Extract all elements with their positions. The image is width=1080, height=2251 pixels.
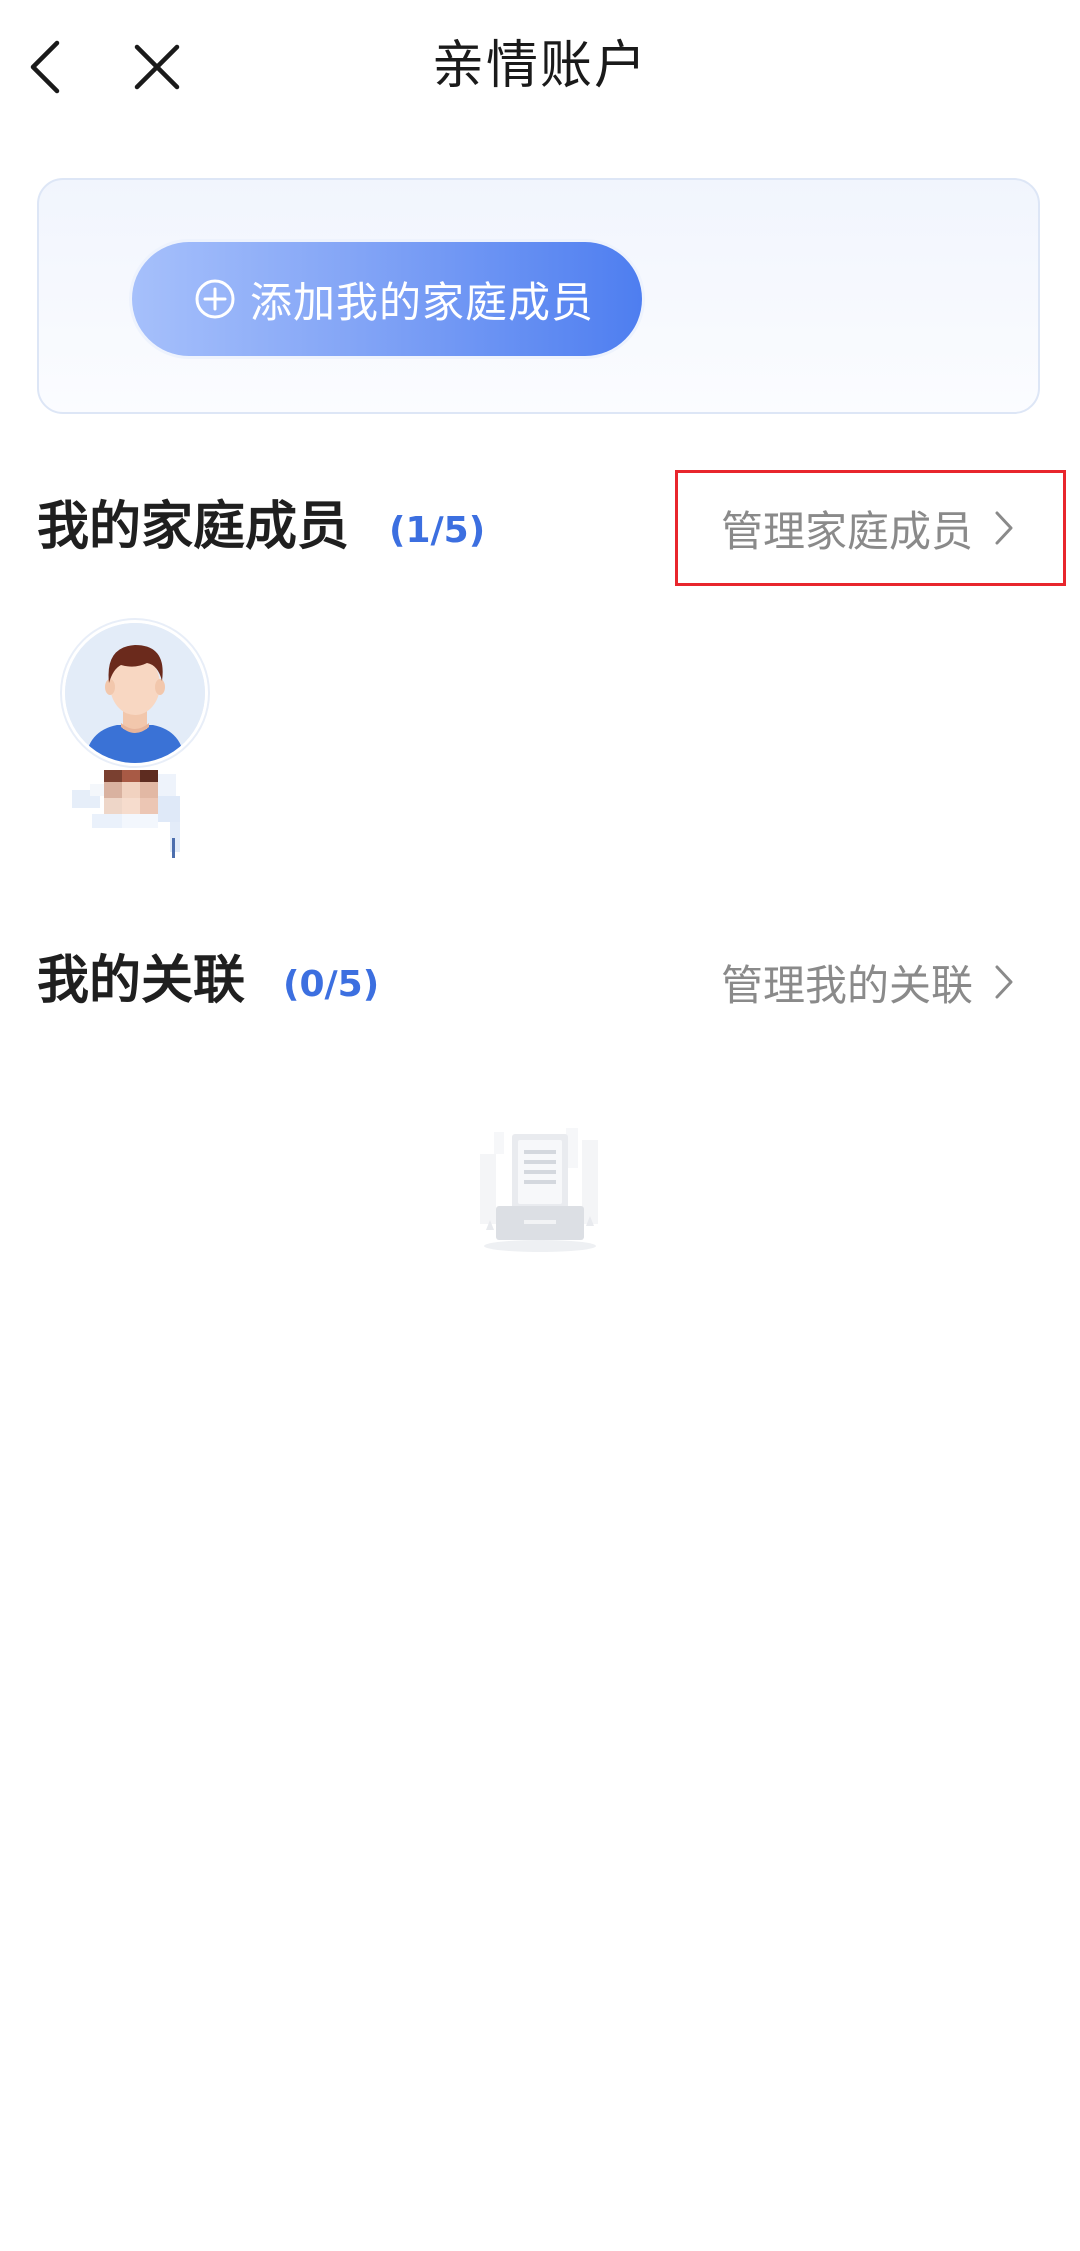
- chevron-right-icon: [995, 511, 1013, 545]
- plus-circle-icon: [195, 279, 235, 319]
- manage-my-links-label: 管理我的关联: [720, 960, 973, 1010]
- manage-family-members-link[interactable]: 管理家庭成员: [721, 495, 1015, 561]
- manage-family-members-label: 管理家庭成员: [720, 506, 973, 556]
- my-links-title: 我的关联: [37, 951, 246, 1011]
- add-member-card: 添加我的家庭成员: [37, 178, 1040, 414]
- empty-document-icon: [480, 1128, 598, 1252]
- my-links-header: 我的关联 (0/5) 管理我的关联: [37, 937, 1043, 1027]
- member-avatar: [62, 620, 208, 766]
- family-members-header: 我的家庭成员 (1/5) 管理家庭成员: [37, 483, 1043, 573]
- family-members-count: (1/5): [389, 510, 486, 551]
- add-family-member-button[interactable]: 添加我的家庭成员: [132, 242, 642, 356]
- add-family-member-label: 添加我的家庭成员: [250, 277, 595, 327]
- page-title: 亲情账户: [431, 36, 648, 96]
- top-navigation-bar: 亲情账户: [0, 0, 1080, 130]
- family-members-title: 我的家庭成员: [37, 497, 350, 557]
- chevron-right-icon: [995, 965, 1013, 999]
- obscured-member-name: [72, 770, 180, 858]
- my-links-count: (0/5): [283, 964, 380, 1005]
- empty-state-illustration: [470, 1120, 610, 1260]
- male-avatar-icon: [65, 623, 205, 763]
- manage-my-links-link[interactable]: 管理我的关联: [721, 949, 1015, 1015]
- family-member-item[interactable]: [62, 620, 212, 860]
